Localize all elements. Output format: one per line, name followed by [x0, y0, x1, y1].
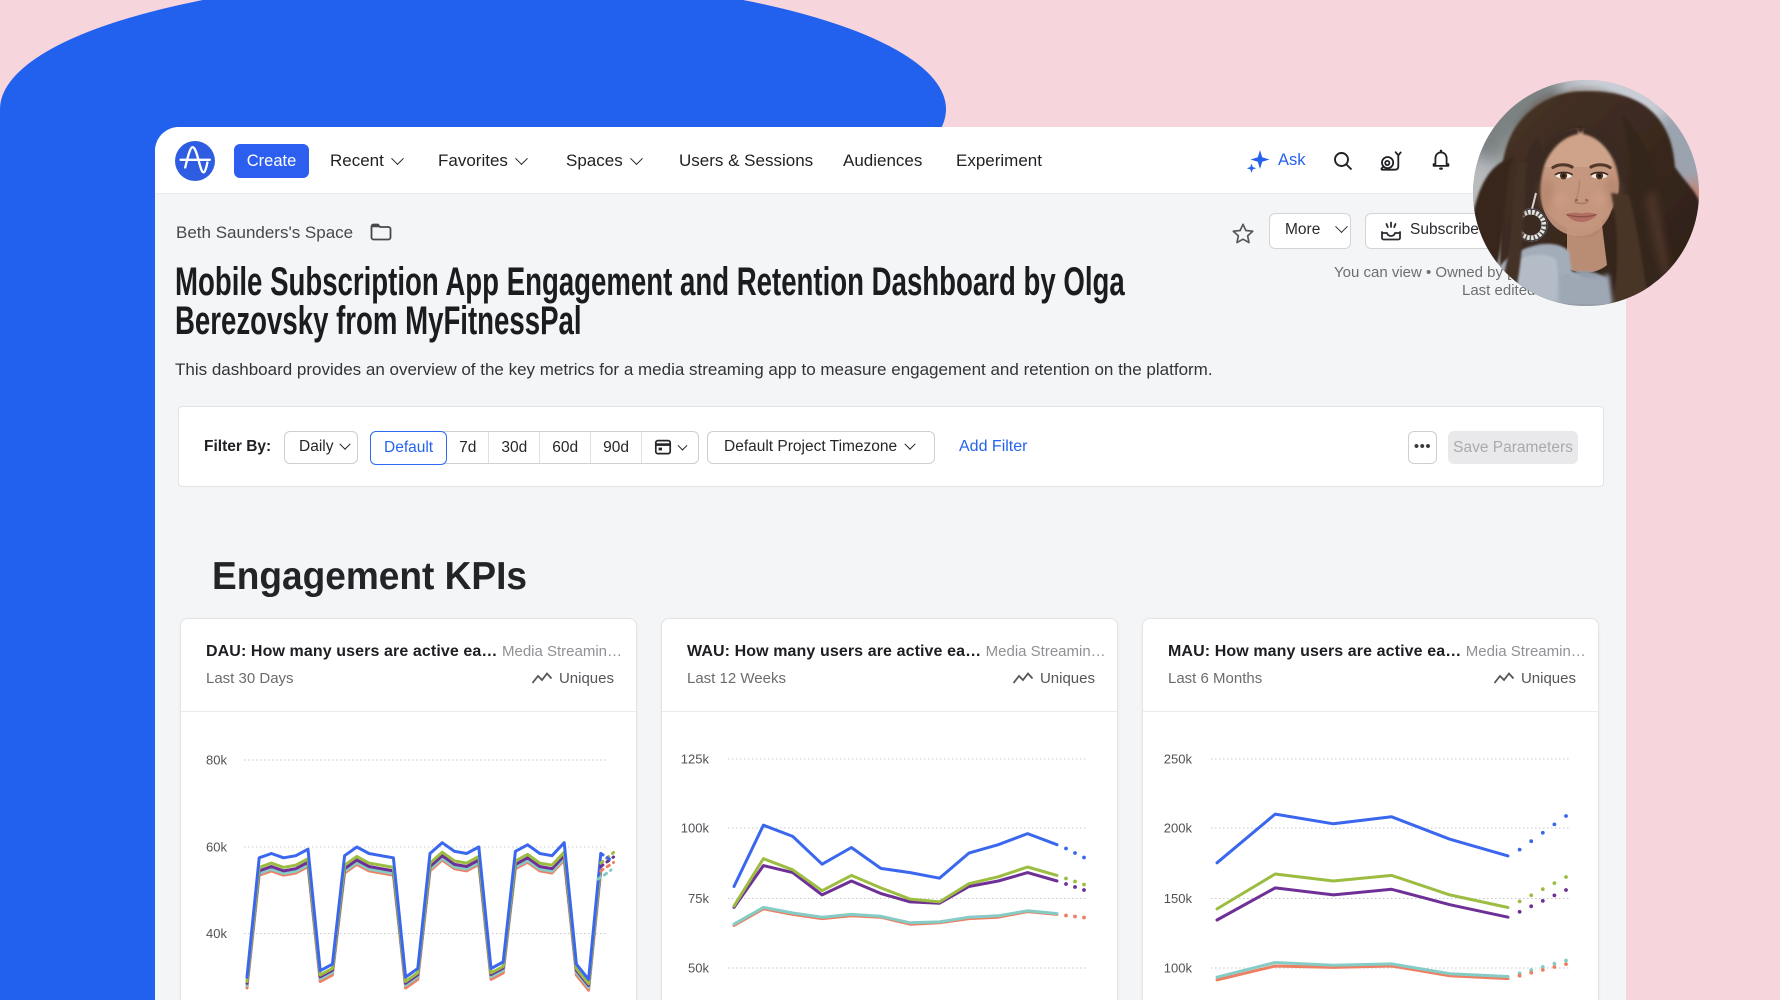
- svg-text:75k: 75k: [688, 891, 709, 906]
- svg-text:80k: 80k: [206, 753, 227, 768]
- svg-text:100k: 100k: [681, 821, 710, 836]
- svg-text:100k: 100k: [1164, 961, 1193, 976]
- svg-text:40k: 40k: [206, 926, 227, 941]
- svg-text:250k: 250k: [1164, 752, 1193, 767]
- svg-text:60k: 60k: [206, 840, 227, 855]
- svg-text:150k: 150k: [1164, 891, 1193, 906]
- svg-text:50k: 50k: [688, 961, 709, 976]
- svg-text:125k: 125k: [681, 752, 710, 767]
- svg-text:200k: 200k: [1164, 821, 1193, 836]
